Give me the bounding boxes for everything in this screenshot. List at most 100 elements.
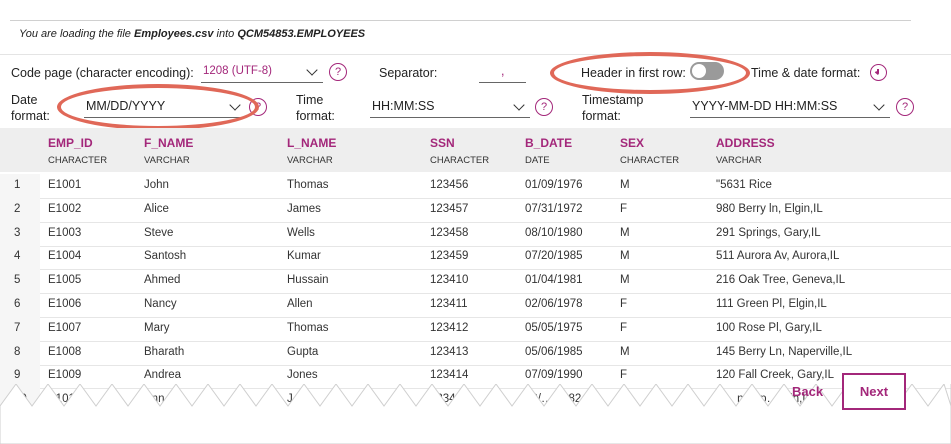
table-cell: E1008 <box>48 345 82 358</box>
column-name: SSN <box>430 136 455 150</box>
next-button[interactable]: Next <box>842 373 906 410</box>
code-page-label: Code page (character encoding): <box>11 66 194 80</box>
table-cell: Alice <box>144 202 169 215</box>
table-cell: M <box>620 179 630 191</box>
row-number: 4 <box>14 250 21 263</box>
row-number: 2 <box>14 202 21 215</box>
row-number: 7 <box>14 321 21 334</box>
clock-icon[interactable] <box>870 64 887 81</box>
column-name: F_NAME <box>144 136 194 150</box>
table-cell: 123458 <box>430 226 469 239</box>
table-cell: Kumar <box>287 250 321 263</box>
code-page-select[interactable]: 1208 (UTF-8) <box>201 61 323 83</box>
table-cell: M <box>620 345 630 358</box>
back-button[interactable]: Back <box>792 384 823 399</box>
table-row: 6 E1006 Nancy Allen 123411 02/06/1978 F 111 Gre… <box>0 293 951 318</box>
table-row: 3 E1003 Steve Wells 123458 08/10/1980 M 291 Spr… <box>0 221 951 247</box>
column-name: SEX <box>620 136 645 150</box>
time-format-select[interactable]: HH:MM:SS <box>370 96 530 118</box>
row-number: 9 <box>14 369 21 382</box>
column-type: DATE <box>525 155 550 166</box>
table-cell: Andrea <box>144 369 182 382</box>
code-page-help-icon[interactable]: ? <box>329 63 347 81</box>
table-cell: Thomas <box>287 321 329 334</box>
table-cell: 100 Rose Pl, Gary,IL <box>716 321 822 334</box>
time-format-value: HH:MM:SS <box>372 99 435 113</box>
column-type: CHARACTER <box>48 155 108 166</box>
row-number: 5 <box>14 274 21 287</box>
table-cell: 05/05/1975 <box>525 321 583 334</box>
target-table: QCM54853.EMPLOYEES <box>237 28 366 40</box>
table-cell: 291 Springs, Gary,IL <box>716 226 821 239</box>
table-cell: E1002 <box>48 202 82 215</box>
timestamp-format-label-2: format: <box>582 109 621 123</box>
table-cell: 08/10/1980 <box>525 226 583 239</box>
table-cell: F <box>620 202 628 215</box>
table-cell: E1001 <box>48 179 82 191</box>
time-format-help-icon[interactable]: ? <box>535 98 553 116</box>
table-cell: Mary <box>144 321 170 334</box>
row-number-cell: 4 <box>0 245 40 270</box>
table-cell: M <box>620 250 630 263</box>
table-cell: Gupta <box>287 345 319 358</box>
table-cell: F <box>620 321 628 334</box>
chevron-down-icon <box>873 99 885 111</box>
column-type: VARCHAR <box>287 155 333 166</box>
row-number-cell: 6 <box>0 293 40 317</box>
table-cell: F <box>620 369 628 382</box>
highlight-ring-header <box>550 52 750 94</box>
time-format-label-1: Time <box>296 93 324 107</box>
file-name: Employees.csv <box>133 28 214 40</box>
table-row: 1 E1001 John Thomas 123456 01/09/1976 M "5631 R… <box>0 174 951 199</box>
table-cell: E1003 <box>48 226 82 239</box>
column-type: CHARACTER <box>620 155 680 166</box>
table-cell: 123410 <box>430 274 469 287</box>
table-cell: Wells <box>287 226 315 239</box>
table-row: 5 E1005 Ahmed Hussain 123410 01/04/1981 M 216 O… <box>0 269 951 295</box>
table-cell: Bharath <box>144 345 185 358</box>
load-message: You are loading the file Employees.csv i… <box>19 28 366 40</box>
table-row: 4 E1004 Santosh Kumar 123459 07/20/1985 M 511 A… <box>0 245 951 271</box>
table-cell: E1007 <box>48 321 82 334</box>
row-number-cell: 1 <box>0 174 40 198</box>
table-cell: 980 Berry ln, Elgin,IL <box>716 202 823 215</box>
table-cell: James <box>287 202 321 215</box>
row-number-cell: 8 <box>0 340 40 365</box>
table-cell: 02/06/1978 <box>525 298 583 310</box>
table-cell: John <box>144 179 169 191</box>
table-row: 7 E1007 Mary Thomas 123412 05/05/1975 F 100 Ros… <box>0 316 951 342</box>
table-cell: 123456 <box>430 179 469 191</box>
timestamp-format-value: YYYY-MM-DD HH:MM:SS <box>692 99 838 113</box>
table-cell: 07/31/1972 <box>525 202 583 215</box>
timestamp-format-help-icon[interactable]: ? <box>896 98 914 116</box>
table-cell: 123411 <box>430 298 468 310</box>
table-cell: M <box>620 226 630 239</box>
table-cell: 145 Berry Ln, Naperville,IL <box>716 345 853 358</box>
column-name: EMP_ID <box>48 136 93 150</box>
table-cell: 511 Aurora Av, Aurora,IL <box>716 250 840 263</box>
table-cell: 120 Fall Creek, Gary,IL <box>716 369 835 382</box>
section-divider <box>0 54 951 55</box>
time-format-label-2: format: <box>296 109 335 123</box>
table-row: 8 E1008 Bharath Gupta 123413 05/06/1985 M 145 B… <box>0 340 951 366</box>
table-cell: 01/09/1976 <box>525 179 583 191</box>
date-format-label-1: Date <box>11 93 38 107</box>
date-format-label-2: format: <box>11 109 50 123</box>
highlight-ring-date <box>57 84 259 130</box>
table-cell: F <box>620 298 628 310</box>
table-cell: 01/04/1981 <box>525 274 583 287</box>
row-number-cell: 5 <box>0 269 40 294</box>
table-cell: Allen <box>287 298 313 310</box>
row-number: 8 <box>14 345 21 358</box>
table-cell: "5631 Rice <box>716 179 772 191</box>
table-cell: Nancy <box>144 298 177 310</box>
timestamp-format-select[interactable]: YYYY-MM-DD HH:MM:SS <box>690 96 890 118</box>
table-cell: Jones <box>287 369 318 382</box>
column-name: B_DATE <box>525 136 573 150</box>
separator-input[interactable]: , <box>479 61 526 83</box>
table-cell: 111 Green Pl, Elgin,IL <box>716 298 827 310</box>
table-cell: 123414 <box>430 369 469 382</box>
column-name: L_NAME <box>287 136 337 150</box>
table-cell: 07/09/1990 <box>525 369 583 382</box>
table-cell: 123412 <box>430 321 469 334</box>
